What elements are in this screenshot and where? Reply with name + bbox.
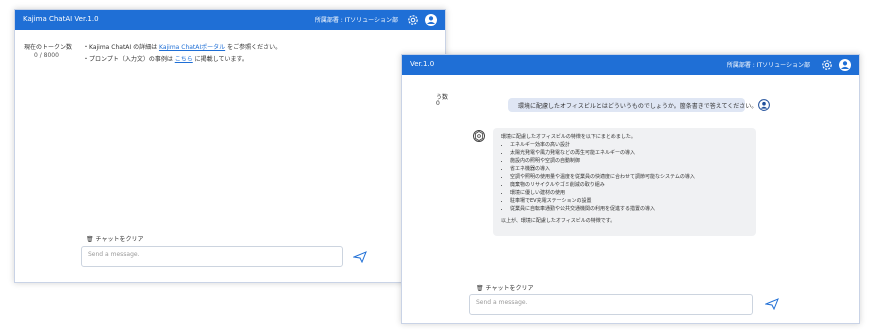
token-count-label: 現在のトークン数 <box>24 44 73 51</box>
assistant-list: エネルギー効率の高い設計 太陽光発電や風力発電などの再生可能エネルギーの導入 施… <box>501 142 748 213</box>
info-line-portal-prefix: ・Kajima ChatAI の詳細は <box>83 44 159 51</box>
list-item: 環境に優しい建材の使用 <box>510 190 748 197</box>
clear-chat-button[interactable]: 🗑 チャットをクリア <box>86 234 143 243</box>
token-count-value: 0 / 8000 <box>34 52 59 59</box>
info-line-prompt: ・プロンプト（入力文）の事例は こちら に掲載しています。 <box>83 54 281 63</box>
chatgpt-logo-icon <box>473 130 485 142</box>
user-message-bubble: 環境に配慮したオフィスビルとはどういうものでしょうか。箇条書きで答えてください。 <box>508 98 757 112</box>
list-item: エネルギー効率の高い設計 <box>510 142 748 149</box>
list-item: 省エネ機器の導入 <box>510 166 748 173</box>
send-icon[interactable] <box>765 298 779 310</box>
user-avatar-icon <box>758 99 770 111</box>
assistant-intro: 環境に配慮したオフィスビルの特徴を以下にまとめました。 <box>501 134 636 140</box>
gear-icon[interactable] <box>820 58 834 72</box>
chat-window-conversation: Ver.1.0 所属部署 : ITソリューション部 う数 0 環境に配慮したオフ… <box>401 54 860 324</box>
list-item: 駐車場でEV充電ステーションの設置 <box>510 198 748 205</box>
user-icon[interactable] <box>424 13 438 27</box>
department-label: 所属部署 : ITソリューション部 <box>314 17 398 24</box>
gear-icon[interactable] <box>406 13 420 27</box>
list-item: 空調や照明の使用量や温度を従業員の快適度に合わせて調節可能なシステムの導入 <box>510 174 748 181</box>
token-count-value-partial: 0 <box>436 100 440 107</box>
clear-chat-button[interactable]: 🗑 チャットをクリア <box>476 283 533 292</box>
message-input[interactable]: Send a message. <box>81 246 343 267</box>
user-icon[interactable] <box>838 58 852 72</box>
app-header: Kajima ChatAI Ver.1.0 所属部署 : ITソリューション部 <box>15 10 445 30</box>
app-title: Kajima ChatAI Ver.1.0 <box>23 15 99 23</box>
assistant-closing: 以上が、環境に配慮したオフィスビルの特徴です。 <box>501 218 616 224</box>
list-item: 従業員に自転車通勤や公共交通機関の利用を促進する措置の導入 <box>510 206 748 213</box>
info-line-prompt-suffix: に掲載しています。 <box>192 56 248 63</box>
info-line-portal-suffix: をご参照ください。 <box>225 44 282 51</box>
info-line-portal: ・Kajima ChatAI の詳細は Kajima ChatAIポータル をご… <box>83 42 281 51</box>
prompt-examples-link[interactable]: こちら <box>175 56 193 63</box>
list-item: 廃棄物のリサイクルやゴミ削減の取り組み <box>510 182 748 189</box>
department-label: 所属部署 : ITソリューション部 <box>726 62 810 69</box>
list-item: 太陽光発電や風力発電などの再生可能エネルギーの導入 <box>510 150 748 157</box>
chat-window-initial: Kajima ChatAI Ver.1.0 所属部署 : ITソリューション部 … <box>14 9 446 283</box>
message-input[interactable]: Send a message. <box>469 294 753 315</box>
info-line-prompt-prefix: ・プロンプト（入力文）の事例は <box>83 56 175 63</box>
info-notes: ・Kajima ChatAI の詳細は Kajima ChatAIポータル をご… <box>83 42 281 66</box>
portal-link[interactable]: Kajima ChatAIポータル <box>159 44 225 51</box>
app-header: Ver.1.0 所属部署 : ITソリューション部 <box>402 55 859 75</box>
assistant-message-bubble: 環境に配慮したオフィスビルの特徴を以下にまとめました。 エネルギー効率の高い設計… <box>493 128 756 236</box>
send-icon[interactable] <box>353 251 367 263</box>
list-item: 施設内の照明や空調の自動制御 <box>510 158 748 165</box>
app-title: Ver.1.0 <box>410 60 435 68</box>
